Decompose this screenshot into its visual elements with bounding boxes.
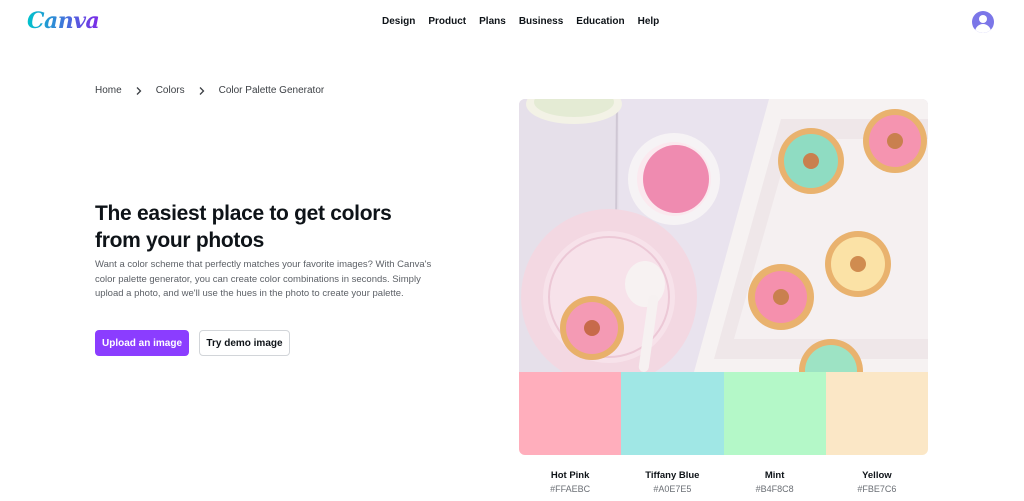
nav-education[interactable]: Education <box>576 16 624 27</box>
color-name: Tiffany Blue <box>645 470 700 481</box>
page-description: Want a color scheme that perfectly match… <box>95 259 432 299</box>
palette-label: Yellow #FBE7C6 <box>826 470 928 494</box>
color-hex[interactable]: #FBE7C6 <box>826 484 928 494</box>
main-nav: Design Product Plans Business Education … <box>382 16 659 27</box>
color-name: Hot Pink <box>550 470 590 481</box>
palette-label: Tiffany Blue #A0E7E5 <box>621 470 723 494</box>
breadcrumb-home[interactable]: Home <box>95 85 122 96</box>
swatch-tiffany-blue[interactable] <box>621 372 724 455</box>
top-header: Canva Design Product Plans Business Educ… <box>0 0 1024 44</box>
color-name: Mint <box>764 470 785 481</box>
page-title: The easiest place to get colors from you… <box>95 202 392 252</box>
nav-product[interactable]: Product <box>428 16 466 27</box>
color-palette <box>519 372 928 455</box>
try-demo-image-button[interactable]: Try demo image <box>199 330 290 356</box>
color-hex[interactable]: #A0E7E5 <box>621 484 723 494</box>
palette-labels: Hot Pink #FFAEBC Tiffany Blue #A0E7E5 Mi… <box>519 470 928 494</box>
breadcrumb-current: Color Palette Generator <box>218 85 325 96</box>
color-name: Yellow <box>862 470 892 481</box>
color-hex[interactable]: #FFAEBC <box>519 484 621 494</box>
avatar-head <box>979 15 987 23</box>
upload-image-button[interactable]: Upload an image <box>95 330 189 356</box>
sample-photo <box>519 99 928 372</box>
swatch-hot-pink[interactable] <box>519 372 622 455</box>
avatar-body <box>975 24 991 33</box>
nav-plans[interactable]: Plans <box>479 16 506 27</box>
swatch-yellow[interactable] <box>825 372 928 455</box>
nav-business[interactable]: Business <box>519 16 563 27</box>
color-hex[interactable]: #B4F8C8 <box>724 484 826 494</box>
chevron-right-icon <box>136 86 142 95</box>
swatch-mint[interactable] <box>723 372 826 455</box>
donuts-photo-illustration <box>519 99 928 372</box>
user-avatar-icon[interactable] <box>972 11 994 33</box>
nav-help[interactable]: Help <box>638 16 660 27</box>
palette-label: Mint #B4F8C8 <box>724 470 826 494</box>
breadcrumb-colors[interactable]: Colors <box>156 85 185 96</box>
breadcrumb: Home Colors Color Palette Generator <box>95 85 324 96</box>
chevron-right-icon <box>199 86 205 95</box>
canva-logo[interactable]: Canva <box>27 8 100 34</box>
palette-label: Hot Pink #FFAEBC <box>519 470 621 494</box>
nav-design[interactable]: Design <box>382 16 415 27</box>
